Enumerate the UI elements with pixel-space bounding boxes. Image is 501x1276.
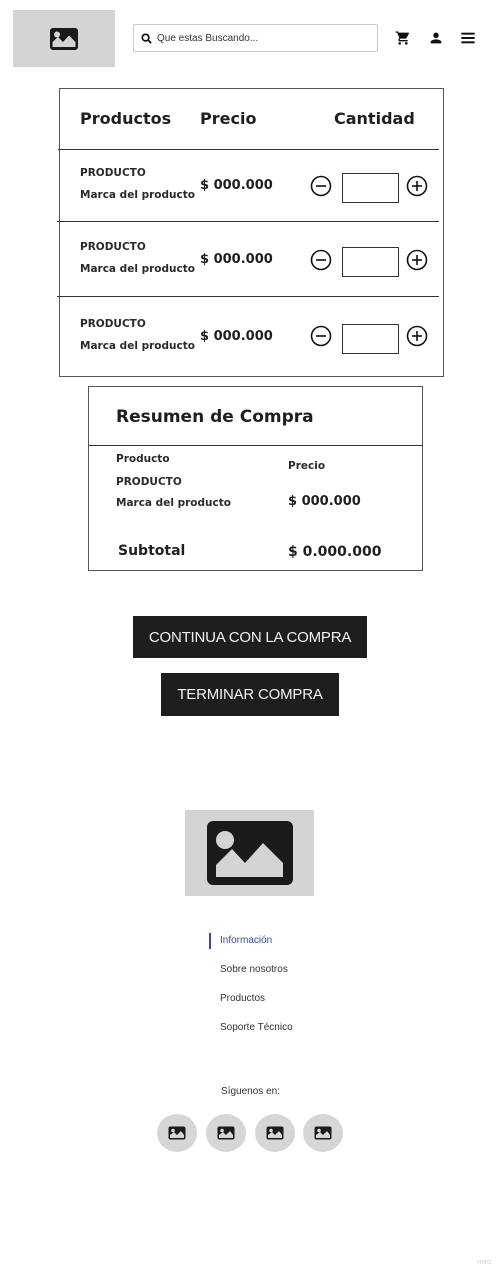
minus-circle-icon[interactable]	[310, 325, 332, 347]
footer-link-informacion[interactable]: Información	[220, 935, 272, 946]
product-brand: Marca del producto	[80, 189, 195, 201]
row-divider	[57, 296, 439, 297]
social-link[interactable]	[303, 1114, 343, 1152]
cart-icon[interactable]	[394, 29, 412, 47]
summary-item-brand: Marca del producto	[116, 497, 231, 509]
product-brand: Marca del producto	[80, 263, 195, 275]
column-header-price: Precio	[200, 109, 257, 128]
image-icon	[314, 1126, 332, 1140]
plus-circle-icon[interactable]	[406, 175, 428, 197]
social-link[interactable]	[206, 1114, 246, 1152]
quantity-input[interactable]	[342, 324, 399, 354]
header-logo[interactable]	[13, 10, 115, 67]
footer-link-sobre-nosotros[interactable]: Sobre nosotros	[220, 964, 288, 975]
footer-link-soporte-tecnico[interactable]: Soporte Técnico	[220, 1022, 293, 1033]
row-divider	[57, 221, 439, 222]
product-price: $ 000.000	[200, 178, 273, 193]
social-link[interactable]	[255, 1114, 295, 1152]
summary-divider	[89, 445, 422, 446]
summary-item-name: PRODUCTO	[116, 476, 182, 488]
column-header-products: Productos	[80, 109, 172, 128]
image-icon	[50, 27, 78, 50]
quantity-input[interactable]	[342, 173, 399, 203]
summary-product-label: Producto	[116, 453, 170, 465]
product-brand: Marca del producto	[80, 340, 195, 352]
summary-title: Resumen de Compra	[116, 407, 314, 427]
image-icon	[206, 821, 293, 885]
product-name: PRODUCTO	[80, 318, 146, 330]
image-icon	[217, 1126, 235, 1140]
search-placeholder: Que estas Buscando...	[157, 32, 259, 44]
footer-link-productos[interactable]: Productos	[220, 993, 265, 1004]
image-icon	[266, 1126, 284, 1140]
subtotal-value: $ 0.000.000	[288, 544, 382, 560]
menu-icon[interactable]	[459, 29, 477, 47]
active-link-indicator	[209, 933, 211, 949]
footer-logo[interactable]	[185, 810, 314, 896]
follow-us-label: Síguenos en:	[221, 1086, 280, 1097]
product-name: PRODUCTO	[80, 241, 146, 253]
plus-circle-icon[interactable]	[406, 249, 428, 271]
column-header-quantity: Cantidad	[334, 109, 415, 128]
summary-price-label: Precio	[288, 460, 326, 472]
continue-shopping-button[interactable]: CONTINUA CON LA COMPRA	[133, 616, 367, 658]
plus-circle-icon[interactable]	[406, 325, 428, 347]
search-icon	[141, 32, 152, 44]
user-icon[interactable]	[427, 29, 445, 47]
subtotal-label: Subtotal	[118, 543, 186, 559]
minus-circle-icon[interactable]	[310, 175, 332, 197]
finish-purchase-button[interactable]: TERMINAR COMPRA	[161, 673, 339, 716]
watermark: miro	[477, 1259, 491, 1266]
social-link[interactable]	[157, 1114, 197, 1152]
product-price: $ 000.000	[200, 329, 273, 344]
minus-circle-icon[interactable]	[310, 249, 332, 271]
summary-item-price: $ 000.000	[288, 494, 361, 509]
row-divider	[58, 149, 439, 150]
product-price: $ 000.000	[200, 252, 273, 267]
search-input[interactable]: Que estas Buscando...	[133, 24, 378, 52]
product-name: PRODUCTO	[80, 167, 146, 179]
purchase-summary: Resumen de Compra Producto Precio PRODUC…	[88, 386, 423, 571]
cart-table: Productos Precio Cantidad PRODUCTO Marca…	[57, 88, 444, 377]
quantity-input[interactable]	[342, 247, 399, 277]
image-icon	[168, 1126, 186, 1140]
